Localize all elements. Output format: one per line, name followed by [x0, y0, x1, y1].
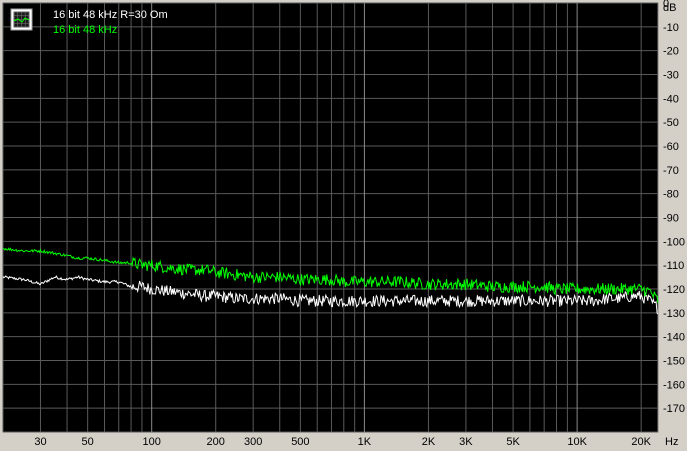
- y-tick-label: -60: [663, 141, 679, 153]
- x-tick-label: 50: [82, 436, 94, 448]
- y-tick-label: -10: [663, 22, 679, 34]
- y-tick-label: -20: [663, 46, 679, 58]
- x-tick-label: 10K: [567, 436, 587, 448]
- y-tick-label: -70: [663, 165, 679, 177]
- y-tick-label: -110: [663, 260, 684, 272]
- y-tick-label: -160: [663, 379, 685, 391]
- y-axis-label: dB: [663, 2, 676, 14]
- x-tick-label: 2K: [422, 436, 436, 448]
- legend-entry-white: 16 bit 48 kHz R=30 Om: [53, 9, 168, 21]
- y-tick-label: -30: [663, 70, 679, 82]
- x-tick-label: 300: [244, 436, 262, 448]
- y-tick-label: -140: [663, 332, 685, 344]
- y-axis-ticks: 0-10-20-30-40-50-60-70-80-90-100-110-120…: [663, 0, 685, 415]
- frequency-response-chart: 30 50 100 200 300 500 1K 2K 3K 5K 10K 20K 0-10-20-3…: [2, 0, 685, 448]
- graph-icon[interactable]: [10, 8, 33, 31]
- y-tick-label: -170: [663, 403, 685, 415]
- x-tick-label: 500: [291, 436, 309, 448]
- x-tick-label: 1K: [358, 436, 372, 448]
- x-tick-label: 20K: [631, 436, 651, 448]
- y-tick-label: -40: [663, 93, 679, 105]
- x-axis-ticks: 30 50 100 200 300 500 1K 2K 3K 5K 10K 20K: [34, 436, 651, 448]
- y-tick-label: -50: [663, 117, 679, 129]
- y-tick-label: -90: [663, 213, 679, 225]
- x-tick-label: 200: [207, 436, 225, 448]
- y-tick-label: -150: [663, 356, 685, 368]
- x-tick-label: 30: [34, 436, 46, 448]
- legend-entry-green: 16 bit 48 kHz: [53, 24, 117, 36]
- x-tick-label: 3K: [459, 436, 473, 448]
- x-tick-label: 100: [143, 436, 161, 448]
- y-tick-label: -130: [663, 308, 685, 320]
- y-tick-label: -120: [663, 284, 685, 296]
- x-tick-label: 5K: [506, 436, 520, 448]
- x-axis-label: Hz: [665, 436, 678, 448]
- y-tick-label: -100: [663, 236, 685, 248]
- y-tick-label: -80: [663, 189, 679, 201]
